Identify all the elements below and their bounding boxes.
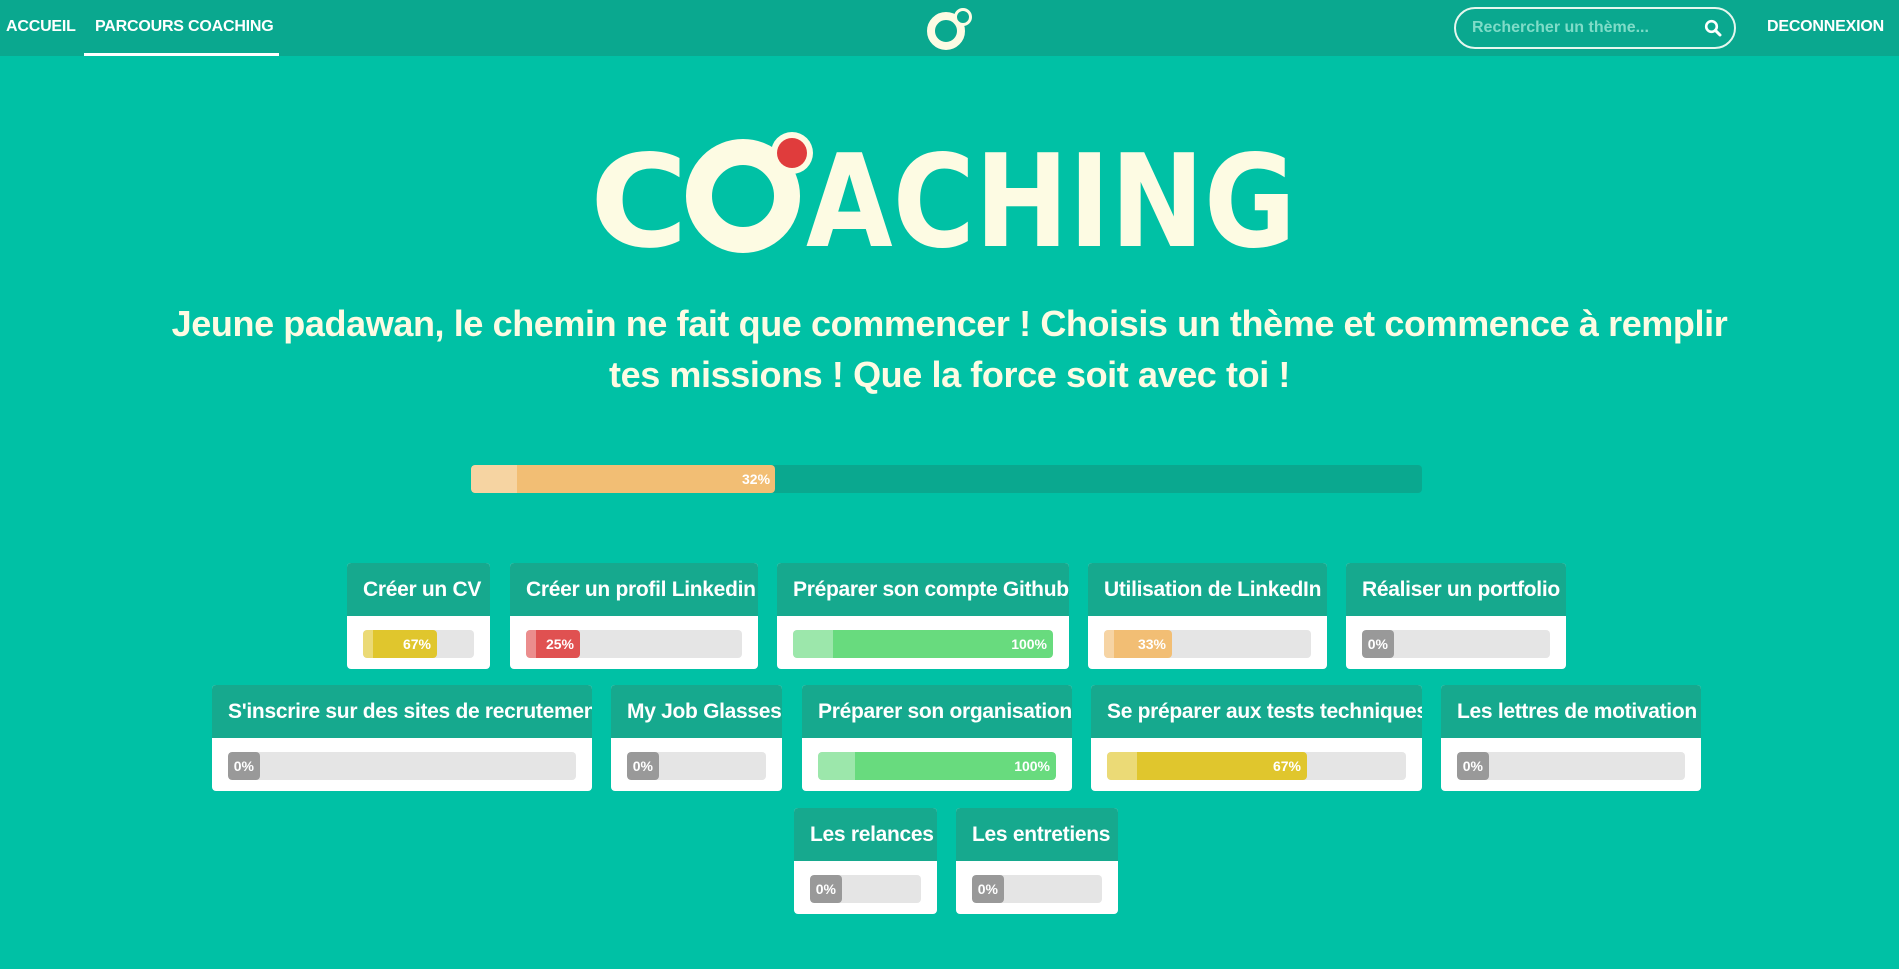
theme-card[interactable]: Les entretiens 0% [956, 808, 1118, 914]
theme-progress-label: 33% [1137, 636, 1166, 652]
theme-card[interactable]: My Job Glasses 0% [611, 685, 782, 791]
theme-title: Réaliser un portfolio [1346, 563, 1566, 616]
theme-progress-fill: 0% [972, 875, 1004, 903]
theme-progress-label: 0% [1367, 636, 1388, 652]
theme-progress-bar: 0% [1457, 752, 1685, 780]
theme-progress-bar: 0% [1362, 630, 1550, 658]
theme-title: My Job Glasses [611, 685, 782, 738]
theme-progress-bar: 0% [228, 752, 576, 780]
theme-progress-fill: 0% [1457, 752, 1489, 780]
theme-progress-fill: 0% [1362, 630, 1394, 658]
theme-progress-fill: 25% [526, 630, 580, 658]
theme-title: Créer un profil Linkedin [510, 563, 758, 616]
theme-card[interactable]: Les relances 0% [794, 808, 937, 914]
theme-progress-fill: 0% [228, 752, 260, 780]
theme-title: Créer un CV [347, 563, 490, 616]
theme-progress-label: 0% [632, 758, 653, 774]
theme-progress-fill: 67% [1107, 752, 1307, 780]
theme-title: Les relances [794, 808, 937, 861]
svg-text:C: C [590, 128, 688, 258]
theme-progress-label: 100% [1011, 636, 1047, 652]
theme-card[interactable]: Créer un profil Linkedin 25% [510, 563, 758, 669]
theme-title: Préparer son compte Github [777, 563, 1069, 616]
nav-home-link[interactable]: ACCUEIL [6, 0, 76, 56]
theme-title: Utilisation de LinkedIn [1088, 563, 1327, 616]
logout-link[interactable]: DECONNEXION [1767, 0, 1884, 56]
theme-card[interactable]: Préparer son organisation 100% [802, 685, 1072, 791]
theme-progress-fill: 0% [627, 752, 659, 780]
theme-card[interactable]: Créer un CV 67% [347, 563, 490, 669]
search-box [1454, 7, 1736, 49]
theme-progress-fill: 33% [1104, 630, 1172, 658]
logo-red-dot [777, 138, 807, 168]
theme-card[interactable]: Préparer son compte Github 100% [777, 563, 1069, 669]
theme-progress-label: 0% [233, 758, 254, 774]
svg-text:ACHING: ACHING [806, 128, 1296, 258]
theme-progress-label: 25% [545, 636, 574, 652]
theme-progress-bar: 0% [810, 875, 921, 903]
theme-card[interactable]: Les lettres de motivation 0% [1441, 685, 1701, 791]
theme-progress-fill: 67% [363, 630, 437, 658]
theme-progress-bar: 0% [972, 875, 1102, 903]
theme-progress-label: 0% [815, 881, 836, 897]
theme-progress-label: 100% [1014, 758, 1050, 774]
coaching-logo: C ACHING [590, 128, 1296, 258]
theme-progress-fill: 100% [793, 630, 1053, 658]
theme-progress-label: 67% [1272, 758, 1301, 774]
top-navbar: ACCUEIL PARCOURS COACHING DECONNEXION [0, 0, 1899, 56]
theme-progress-bar: 0% [627, 752, 766, 780]
theme-title: Préparer son organisation [802, 685, 1072, 738]
overall-progress-label: 32% [742, 471, 771, 487]
search-input[interactable] [1472, 9, 1702, 47]
theme-progress-label: 0% [977, 881, 998, 897]
theme-card[interactable]: Utilisation de LinkedIn 33% [1088, 563, 1327, 669]
theme-progress-fill: 0% [810, 875, 842, 903]
theme-progress-bar: 33% [1104, 630, 1311, 658]
search-icon[interactable] [1704, 19, 1722, 37]
theme-title: Se préparer aux tests techniques [1091, 685, 1422, 738]
theme-title: S'inscrire sur des sites de recrutement [212, 685, 592, 738]
theme-card[interactable]: Réaliser un portfolio 0% [1346, 563, 1566, 669]
theme-progress-bar: 25% [526, 630, 742, 658]
theme-progress-bar: 100% [793, 630, 1053, 658]
theme-title: Les lettres de motivation [1441, 685, 1701, 738]
theme-progress-bar: 67% [1107, 752, 1406, 780]
nav-coaching-link[interactable]: PARCOURS COACHING [84, 0, 279, 56]
logo-icon[interactable] [925, 6, 973, 50]
theme-progress-bar: 100% [818, 752, 1056, 780]
theme-progress-label: 67% [402, 636, 431, 652]
overall-progress-bar: 32% [471, 465, 1422, 493]
theme-title: Les entretiens [956, 808, 1118, 861]
theme-card[interactable]: Se préparer aux tests techniques 67% [1091, 685, 1422, 791]
hero-subtitle: Jeune padawan, le chemin ne fait que com… [171, 303, 1728, 395]
theme-progress-bar: 67% [363, 630, 474, 658]
theme-progress-label: 0% [1462, 758, 1483, 774]
theme-progress-fill: 100% [818, 752, 1056, 780]
overall-progress-cap [471, 465, 517, 493]
theme-card[interactable]: S'inscrire sur des sites de recrutement … [212, 685, 592, 791]
